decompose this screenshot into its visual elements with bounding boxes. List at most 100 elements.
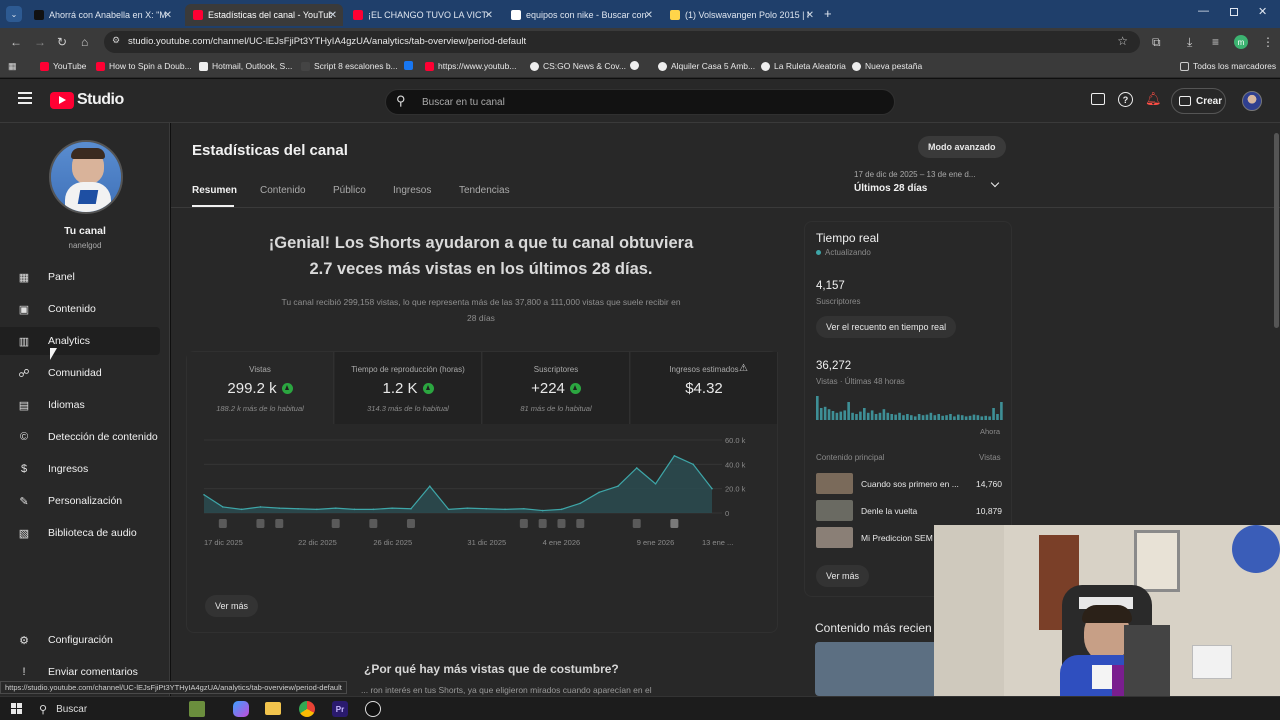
notifications-icon[interactable]: 🔔︎ [1145,91,1162,107]
create-button[interactable]: Crear [1171,88,1226,114]
close-window-icon[interactable]: ✕ [1258,5,1267,18]
reload-icon[interactable]: ↻ [57,35,67,49]
upload-marker-icon[interactable] [519,519,528,528]
sidebar-item-panel[interactable]: ▦ Panel [0,263,160,291]
windows-start-icon[interactable] [11,703,22,714]
sidebar-item-comunidad[interactable]: ☍ Comunidad [0,359,160,387]
bookmark-item[interactable]: Nueva pestaña [852,61,922,71]
page-scrollbar[interactable] [1274,133,1279,328]
bookmark-item[interactable]: CS:GO News & Cov... [530,61,626,71]
account-avatar[interactable] [1242,91,1262,111]
upload-marker-icon[interactable] [576,519,585,528]
upload-marker-icon[interactable] [632,519,641,528]
metric-3[interactable]: Ingresos estimados $4.32 ⚠ [631,352,778,424]
profile-avatar[interactable]: m [1234,35,1248,49]
apps-grid-icon[interactable]: ▦ [8,61,17,72]
realtime-bar [831,411,835,420]
minimize-icon[interactable]: — [1198,5,1209,17]
new-tab-button[interactable]: + [824,6,832,21]
realtime-see-more-button[interactable]: Ver más [816,565,870,587]
browser-tab[interactable]: (1) Volswavangen Polo 2015 | M ✕ [662,4,820,26]
bookmark-star-icon[interactable]: ☆ [1117,34,1128,48]
sidebar-item-idiomas[interactable]: ▤ Idiomas [0,391,160,419]
metric-0[interactable]: Vistas 299.2 k 188.2 k más de lo habitual [187,352,334,424]
tab-contenido[interactable]: Contenido [260,185,306,196]
metric-1[interactable]: Tiempo de reproducción (horas) 1.2 K 314.3… [335,352,482,424]
bookmark-item[interactable]: https://www.youtub... [425,61,516,71]
tab-close-icon[interactable]: ✕ [329,10,337,21]
advanced-mode-button[interactable]: Modo avanzado [918,136,1006,158]
upload-marker-icon[interactable] [538,519,547,528]
sidebar-item-personalización[interactable]: ✎ Personalización [0,487,160,515]
upload-marker-icon[interactable] [275,519,284,528]
upload-marker-icon[interactable] [670,519,679,528]
studio-logo[interactable]: Studio [50,91,124,109]
obs-app-icon[interactable] [365,701,381,717]
date-range-selector[interactable]: 17 de dic de 2025 – 13 de ene d... Últim… [854,170,1004,200]
media-control-icon[interactable]: ≡ [1212,35,1219,49]
bookmark-item[interactable] [630,61,643,70]
see-more-button[interactable]: Ver más [205,595,259,617]
back-icon[interactable]: ← [10,35,22,49]
address-bar[interactable]: ⚙ studio.youtube.com/channel/UC-lEJsFjiP… [104,31,1140,53]
help-icon[interactable]: ? [1118,92,1133,107]
tab-search-icon[interactable]: ⌄ [6,6,22,22]
site-info-icon[interactable]: ⚙ [112,35,120,46]
bookmark-item[interactable]: Script 8 escalones b... [301,61,398,71]
upload-marker-icon[interactable] [369,519,378,528]
browser-tab[interactable]: ¡EL CHANGO TUVO LA VICTORI✕ [345,4,499,26]
all-bookmarks[interactable]: Todos los marcadores [1180,61,1276,71]
messages-icon[interactable] [1091,93,1105,105]
restore-icon[interactable] [1230,8,1238,16]
browser-menu-icon[interactable]: ⋮ [1262,35,1274,49]
browser-tab[interactable]: Estadísticas del canal - YouTube ✕ [185,4,343,26]
forward-icon[interactable]: → [34,35,46,49]
upload-marker-icon[interactable] [218,519,227,528]
top-content-item[interactable]: Denle la vuelta 10,879 [816,500,1002,522]
home-icon[interactable]: ⌂ [81,35,88,49]
copilot-app-icon[interactable] [233,701,249,717]
extensions-icon[interactable]: ⧉ [1152,35,1161,50]
tab-público[interactable]: Público [333,185,366,196]
download-icon[interactable]: ⤓ [1187,35,1192,50]
browser-tab[interactable]: Ahorrá con Anabella en X: "Ma ✕ [26,4,178,26]
tab-close-icon[interactable]: ✕ [164,10,172,21]
top-content-item[interactable]: Cuando sos primero en ... 14,760 [816,473,1002,495]
channel-avatar[interactable] [49,140,123,214]
file-explorer-icon[interactable] [265,702,281,715]
bookmark-item[interactable]: YouTube [40,61,86,71]
sidebar-item-settings[interactable]: ⚙ Configuración [0,626,160,654]
tab-resumen[interactable]: Resumen [192,185,237,207]
upload-marker-icon[interactable] [331,519,340,528]
upload-marker-icon[interactable] [256,519,265,528]
upload-marker-icon[interactable] [557,519,566,528]
upload-marker-icon[interactable] [406,519,415,528]
channel-search[interactable]: ⚲ Buscar en tu canal [385,89,895,115]
tab-close-icon[interactable]: ✕ [806,10,814,21]
metric-2[interactable]: Suscriptores +224 81 más de lo habitual [483,352,630,424]
minecraft-app-icon[interactable] [189,701,205,717]
latest-content-thumbnail[interactable] [815,642,945,696]
browser-tab[interactable]: equipos con nike - Buscar con G ✕ [503,4,659,26]
sidebar-item-biblioteca[interactable]: ▧ Biblioteca de audio [0,519,160,547]
search-input[interactable]: Buscar en tu canal [422,97,505,108]
tab-tendencias[interactable]: Tendencias [459,185,510,196]
bookmark-item[interactable]: Hotmail, Outlook, S... [199,61,292,71]
taskbar-search[interactable]: ⚲ Buscar [34,700,179,718]
bookmark-item[interactable]: La Ruleta Aleatoria [761,61,846,71]
sidebar-item-analytics[interactable]: ▥ Analytics [0,327,160,355]
bookmark-favicon-icon [852,61,861,71]
tab-close-icon[interactable]: ✕ [645,10,653,21]
bookmark-item[interactable]: Alquiler Casa 5 Amb... [658,61,755,71]
sidebar-item-contenido[interactable]: ▣ Contenido [0,295,160,323]
bookmark-item[interactable] [404,61,417,70]
realtime-count-button[interactable]: Ver el recuento en tiempo real [816,316,957,338]
sidebar-item-detección[interactable]: © Detección de contenido [0,423,160,451]
sidebar-item-ingresos[interactable]: $ Ingresos [0,455,160,483]
bookmark-item[interactable]: How to Spin a Doub... [96,61,192,71]
tab-ingresos[interactable]: Ingresos [393,185,431,196]
premiere-app-icon[interactable]: Pr [332,701,348,717]
tab-close-icon[interactable]: ✕ [485,10,493,21]
chrome-app-icon[interactable] [299,701,315,717]
hamburger-menu-icon[interactable] [18,92,32,104]
